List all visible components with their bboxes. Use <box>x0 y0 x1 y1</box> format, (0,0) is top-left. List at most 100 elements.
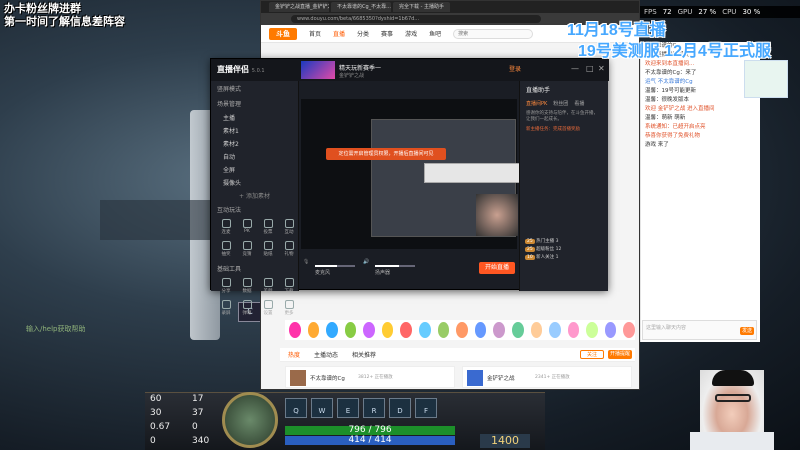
champion-stats: 60 17 30 37 0.67 0 0 340 <box>150 394 220 450</box>
scene-item[interactable]: 主播 <box>211 111 298 124</box>
gift-icon[interactable] <box>623 322 635 338</box>
gift-icon[interactable] <box>474 322 487 338</box>
tool-button[interactable]: 美颜 <box>259 278 277 296</box>
tool-button[interactable]: 礼物 <box>280 241 298 259</box>
camera-source[interactable] <box>476 194 518 236</box>
gift-icon[interactable] <box>456 322 468 338</box>
close-icon[interactable]: ✕ <box>598 64 605 73</box>
tool-button[interactable]: 更多 <box>280 300 298 318</box>
tool-button[interactable]: 录屏 <box>217 300 235 318</box>
recommend-card[interactable]: 不太靠谱的Cg 3812+ 正在播放 <box>285 366 455 388</box>
gift-icon[interactable] <box>400 322 413 338</box>
nav-home[interactable]: 首页 <box>309 29 321 38</box>
skill-slot[interactable]: Q <box>285 398 307 418</box>
stat-row: 30 37 <box>150 408 220 422</box>
gift-icon[interactable] <box>493 322 505 338</box>
gift-icon[interactable] <box>326 322 338 338</box>
tool-button[interactable]: 设置 <box>259 300 277 318</box>
gift-icon[interactable] <box>586 322 598 338</box>
tool-button[interactable]: 竞猜 <box>238 241 256 259</box>
stat-value: 30 <box>150 408 162 418</box>
gift-icon[interactable] <box>530 322 543 338</box>
tool-button[interactable]: 连麦 <box>217 219 235 237</box>
event-badge[interactable] <box>744 60 788 98</box>
gift-icon[interactable] <box>419 322 431 338</box>
skill-slot[interactable]: D <box>389 398 411 418</box>
tool-button[interactable]: 下载 <box>280 278 298 296</box>
nav-yuba[interactable]: 鱼吧 <box>429 29 441 38</box>
assistant-task[interactable]: 新主播任务：完成首播奖励 <box>520 125 608 135</box>
tab-hot[interactable]: 热度 <box>288 350 300 359</box>
start-live-button[interactable]: 开始直播 <box>479 262 515 274</box>
location-notice[interactable]: 定位需开启管理员权限，开播后直播间可见 <box>326 148 446 160</box>
tool-button[interactable]: 互动 <box>280 219 298 237</box>
gift-icon[interactable] <box>289 322 301 338</box>
tool-button[interactable]: 抽奖 <box>217 241 235 259</box>
scene-item[interactable]: 摄像头 <box>211 176 298 189</box>
room-thumbnail[interactable] <box>301 61 335 79</box>
tool-button[interactable]: PK <box>238 219 256 237</box>
tool-button[interactable]: 贴纸 <box>259 241 277 259</box>
tool-button[interactable]: 分享 <box>217 278 235 296</box>
send-button[interactable]: 发送 <box>740 327 754 335</box>
gift-icon[interactable] <box>363 322 375 338</box>
fan-level-badge: 25 <box>525 247 535 252</box>
gift-icon[interactable] <box>437 322 450 338</box>
gift-icon[interactable] <box>567 322 580 338</box>
remind-button[interactable]: 开播提醒 <box>608 350 632 359</box>
tool-button[interactable]: 弹幕 <box>238 300 256 318</box>
scene-header: 场景管理 <box>217 101 242 108</box>
scene-item[interactable]: 素材1 <box>211 124 298 137</box>
nav-games[interactable]: 游戏 <box>405 29 417 38</box>
nav-live[interactable]: 直播 <box>333 29 345 38</box>
tab-recommend[interactable]: 相关推荐 <box>352 350 376 359</box>
scene-item[interactable]: 全屏 <box>211 163 298 176</box>
tool-icon <box>263 219 273 228</box>
speaker-icon[interactable]: 🔊 <box>363 259 369 265</box>
browser-tab[interactable]: 完全下载 - 主播助手 <box>393 2 450 12</box>
minimize-icon[interactable]: — <box>571 64 579 73</box>
gift-icon[interactable] <box>307 322 320 338</box>
add-source-button[interactable]: + 添加素材 <box>211 189 298 202</box>
tool-label: 抽奖 <box>221 252 231 257</box>
champion-portrait[interactable] <box>222 392 278 448</box>
nav-events[interactable]: 赛事 <box>381 29 393 38</box>
tab-watch[interactable]: 看播 <box>574 100 584 107</box>
douyu-logo[interactable]: 斗鱼 <box>269 27 297 40</box>
recommend-card[interactable]: 金铲铲之战 2341+ 正在播放 <box>462 366 632 388</box>
gold-counter[interactable]: 1400 <box>480 434 530 448</box>
browser-tab[interactable]: 不太靠谱的Cg_不太靠... <box>331 2 391 12</box>
gift-icon[interactable] <box>549 322 561 338</box>
tab-pk[interactable]: 直播间PK <box>526 100 547 107</box>
search-input[interactable] <box>453 28 534 39</box>
follow-button[interactable]: 关注 <box>580 350 604 359</box>
gift-icon[interactable] <box>344 322 357 338</box>
nav-category[interactable]: 分类 <box>357 29 369 38</box>
maximize-icon[interactable]: □ <box>586 64 594 73</box>
address-bar[interactable]: www.douyu.com/beta/6685350?dyshid=1b67d.… <box>291 15 541 23</box>
speaker-slider[interactable] <box>375 265 415 267</box>
stream-preview[interactable]: 定位需开启管理员权限，开播后直播间可见 <box>301 99 521 249</box>
mic-slider[interactable] <box>315 265 355 267</box>
skill-slot[interactable]: W <box>311 398 333 418</box>
gift-icon[interactable] <box>604 322 617 338</box>
tab-anchor-news[interactable]: 主播动态 <box>314 350 338 359</box>
stat-value: 340 <box>192 436 210 446</box>
skill-slot[interactable]: F <box>415 398 437 418</box>
mode-selector[interactable]: 竖屏模式 <box>211 81 298 96</box>
tool-button[interactable]: 投票 <box>259 219 277 237</box>
webcam-shirt <box>690 432 774 450</box>
mic-icon[interactable]: 🎙 <box>303 259 309 265</box>
scene-item[interactable]: 自动 <box>211 150 298 163</box>
gift-icon[interactable] <box>381 322 394 338</box>
gift-icon[interactable] <box>511 322 524 338</box>
tool-button[interactable]: 数据 <box>238 278 256 296</box>
room-category[interactable]: 金铲铲之战 <box>339 72 364 79</box>
skill-slot[interactable]: R <box>363 398 385 418</box>
login-button[interactable]: 登录 <box>509 64 521 73</box>
tab-fans[interactable]: 粉丝团 <box>553 100 568 107</box>
room-title[interactable]: 精天玩新赛季一 <box>339 63 381 72</box>
browser-tab[interactable]: 金铲铲之战直播_金铲铲之... <box>269 2 329 12</box>
scene-item[interactable]: 素材2 <box>211 137 298 150</box>
skill-slot[interactable]: E <box>337 398 359 418</box>
